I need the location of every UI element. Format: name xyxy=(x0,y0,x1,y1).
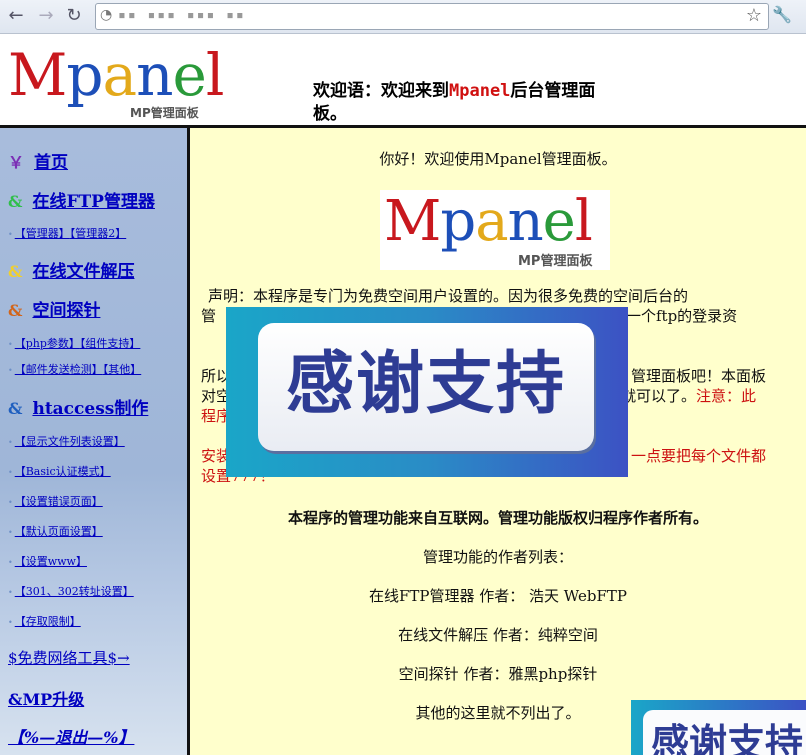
ampersand-icon: & xyxy=(8,192,23,211)
star-icon[interactable]: ☆ xyxy=(746,5,762,26)
link-access-limit[interactable]: • 【存取限制】 xyxy=(8,613,81,629)
link-ftp-manager[interactable]: 【管理器】 xyxy=(15,227,70,240)
link-basic-auth[interactable]: • 【Basic认证模式】 xyxy=(8,463,111,479)
thanks-support-corner-ad[interactable]: 感谢支持 xyxy=(631,700,806,755)
sidebar-item-ftp[interactable]: & 在线FTP管理器 xyxy=(8,187,155,212)
link-www[interactable]: • 【设置www】 xyxy=(8,553,87,569)
link-mail-check[interactable]: 【邮件发送检测】 xyxy=(15,363,103,376)
page-icon: ◔ xyxy=(100,7,113,23)
link-file-list[interactable]: • 【显示文件列表设置】 xyxy=(8,433,125,449)
link-other[interactable]: 【其他】 xyxy=(103,363,142,376)
sidebar-item-upgrade[interactable]: &MP升级 xyxy=(8,686,84,710)
yen-icon: ￥ xyxy=(8,153,25,172)
author-unzip: 在线文件解压 作者：纯粹空间 xyxy=(398,626,598,644)
probe-sublinks-1: • 【php参数】【组件支持】 xyxy=(8,337,141,350)
statement-line-1: 声明：本程序是专门为免费空间用户设置的。因为很多免费的空间后台的 xyxy=(208,287,689,305)
authors-title: 管理功能的作者列表： xyxy=(422,548,573,566)
logout-link[interactable]: 【%—退出—%】 xyxy=(8,724,134,748)
author-probe: 空间探针 作者：雅黑php探针 xyxy=(398,665,598,683)
url-text[interactable]: ▪▪ ▪▪▪ ▪▪▪ ▪▪ xyxy=(118,8,246,23)
link-default-page[interactable]: • 【默认页面设置】 xyxy=(8,523,103,539)
copyright-notice: 本程序的管理功能来自互联网。管理功能版权归程序作者所有。 xyxy=(287,509,708,527)
main-logo: Mpanel MP管理面板 xyxy=(380,190,610,270)
author-ftp: 在线FTP管理器 作者： 浩天 WebFTP xyxy=(369,587,627,605)
sidebar: ￥ 首页 & 在线FTP管理器 • 【管理器】【管理器2】 & 在线文件解压 & 空间探针… xyxy=(0,128,190,755)
link-php-params[interactable]: 【php参数】 xyxy=(15,337,80,350)
ampersand-icon: & xyxy=(8,262,23,281)
page-header: Mpanel MP管理面板 欢迎语：欢迎来到Mpanel后台管理面板。 xyxy=(0,34,806,125)
corner-ad-text: 感谢支持 xyxy=(651,721,804,755)
banner-card: 感谢支持 xyxy=(258,323,594,451)
sidebar-item-home[interactable]: ￥ 首页 xyxy=(8,148,68,173)
back-icon[interactable]: ← xyxy=(4,5,28,27)
logo-subtitle: MP管理面板 xyxy=(130,106,199,120)
sidebar-item-unzip[interactable]: & 在线文件解压 xyxy=(8,257,134,282)
greeting: 你好！欢迎使用Mpanel管理面板。 xyxy=(379,150,617,168)
forward-icon[interactable]: → xyxy=(34,5,58,27)
sidebar-item-free-tools[interactable]: $免费网络工具$→ xyxy=(8,647,130,668)
link-ftp-manager-2[interactable]: 【管理器2】 xyxy=(70,227,127,240)
probe-sublinks-2: • 【邮件发送检测】【其他】 xyxy=(8,363,142,376)
address-bar[interactable]: ◔ ▪▪ ▪▪▪ ▪▪▪ ▪▪ ☆ xyxy=(95,3,769,30)
welcome-message: 欢迎语：欢迎来到Mpanel后台管理面板。 xyxy=(313,81,596,124)
sidebar-item-probe[interactable]: & 空间探针 xyxy=(8,296,100,321)
banner-text: 感谢支持 xyxy=(285,345,566,424)
link-components[interactable]: 【组件支持】 xyxy=(80,337,141,350)
reload-icon[interactable]: ↻ xyxy=(62,5,86,27)
link-redirect[interactable]: • 【301、302转址设置】 xyxy=(8,583,134,599)
mpanel-logo: Mpanel xyxy=(8,41,224,109)
wrench-icon[interactable]: 🔧 xyxy=(772,5,792,24)
ampersand-icon: & xyxy=(8,301,23,320)
thanks-support-banner[interactable]: 感谢支持 xyxy=(226,307,628,477)
link-error-page[interactable]: • 【设置错误页面】 xyxy=(8,493,103,509)
ftp-sublinks: • 【管理器】【管理器2】 xyxy=(8,227,127,240)
sidebar-item-htaccess[interactable]: & htaccess制作 xyxy=(8,394,148,419)
browser-toolbar: ← → ↻ ◔ ▪▪ ▪▪▪ ▪▪▪ ▪▪ ☆ 🔧 xyxy=(0,0,806,34)
ampersand-icon: & xyxy=(8,399,23,418)
